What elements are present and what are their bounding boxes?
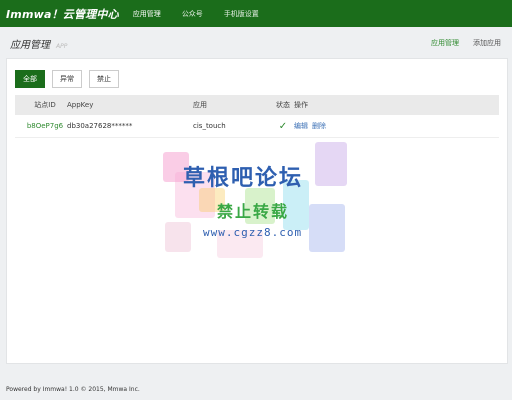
column-header-site-id: 站点ID — [34, 101, 56, 109]
app-name-cell: cis_touch — [193, 122, 226, 130]
watermark-block — [309, 204, 345, 252]
filter-all-button[interactable]: 全部 — [15, 70, 45, 88]
nav-item-public-account[interactable]: 公众号 — [182, 9, 203, 19]
column-header-status: 状态 — [276, 101, 290, 109]
page-title-group: 应用管理 APP — [10, 36, 67, 51]
filter-bar: 全部 异常 禁止 — [15, 70, 126, 88]
nav-item-mobile-settings[interactable]: 手机版设置 — [224, 9, 259, 19]
site-id-cell[interactable]: b8OeP7g6 — [25, 115, 65, 137]
edit-link[interactable]: 编辑 — [294, 121, 308, 131]
header-links: 应用管理 添加应用 — [417, 38, 501, 48]
nav-item-app-management[interactable]: 应用管理 — [133, 9, 161, 19]
watermark-block — [315, 142, 347, 186]
watermark-title: 草根吧论坛 — [183, 166, 304, 191]
watermark-subtitle: 禁止转载 — [217, 202, 290, 221]
watermark: 草根吧论坛 禁止转载 www.cgzz8.com — [155, 138, 355, 268]
watermark-block — [165, 222, 191, 252]
column-header-actions: 操作 — [294, 101, 308, 109]
page-subtitle: APP — [56, 42, 68, 50]
column-header-app: 应用 — [193, 101, 207, 109]
filter-banned-button[interactable]: 禁止 — [89, 70, 119, 88]
watermark-url: www.cgzz8.com — [203, 226, 303, 239]
delete-link[interactable]: 删除 — [312, 121, 326, 131]
actions-cell: 编辑 删除 — [294, 115, 330, 137]
header-link-app-management[interactable]: 应用管理 — [431, 38, 459, 48]
top-navbar: Immwa！云管理中心 应用管理 公众号 手机版设置 — [0, 0, 512, 27]
app-brand[interactable]: Immwa！云管理中心 — [6, 6, 119, 22]
page-header: 应用管理 APP 应用管理 添加应用 — [0, 27, 512, 59]
table-header: 站点ID AppKey 应用 状态 操作 — [15, 95, 499, 115]
app-table: 站点ID AppKey 应用 状态 操作 b8OeP7g6 db30a27628… — [15, 95, 499, 138]
appkey-cell: db30a27628****** — [67, 122, 133, 130]
table-row: b8OeP7g6 db30a27628****** cis_touch ✓ 编辑… — [15, 115, 499, 138]
footer-text: Powered by Immwa! 1.0 © 2015, Mmwa Inc. — [6, 386, 140, 393]
column-header-appkey: AppKey — [67, 101, 94, 109]
header-link-add-app[interactable]: 添加应用 — [473, 38, 501, 48]
filter-abnormal-button[interactable]: 异常 — [52, 70, 82, 88]
status-check-icon: ✓ — [278, 120, 288, 132]
page-title: 应用管理 — [10, 39, 50, 51]
